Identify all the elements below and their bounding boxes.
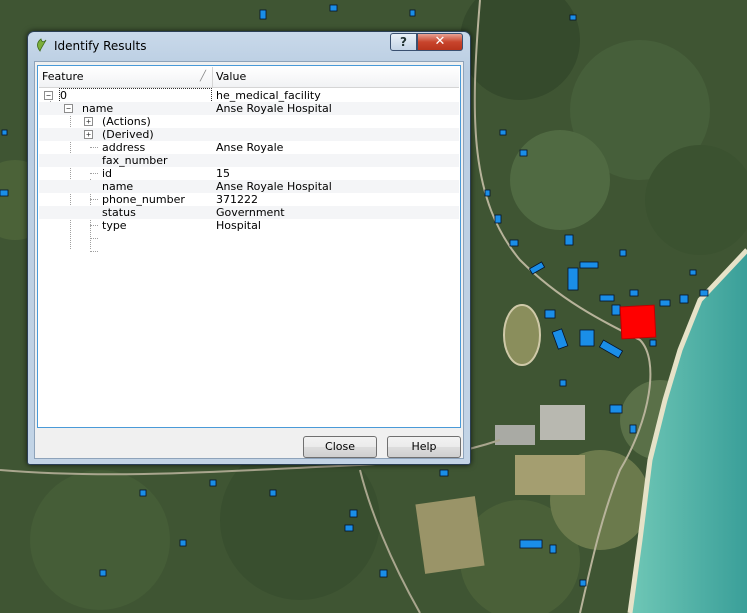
row-value: 371222	[216, 193, 258, 206]
row-value: Government	[216, 206, 285, 219]
row-feature: type	[102, 219, 127, 232]
tree-row-actions[interactable]: + (Actions)	[39, 115, 459, 128]
context-help-button[interactable]: ?	[390, 33, 417, 51]
title-bar[interactable]: Identify Results ? ✕	[28, 32, 470, 60]
tree-row-attribute[interactable]: id 15	[39, 167, 459, 180]
tree-row-attribute[interactable]: type Hospital	[39, 219, 459, 232]
tree-line	[90, 238, 98, 239]
tree-row-attribute[interactable]: fax_number	[39, 154, 459, 167]
row-feature: fax_number	[102, 154, 168, 167]
identify-results-dialog: Identify Results ? ✕ Feature ╱ Value − 0…	[27, 31, 471, 465]
row-value: Hospital	[216, 219, 261, 232]
tree-row-layer[interactable]: − 0 he_medical_facility	[39, 88, 459, 103]
expand-icon[interactable]: +	[84, 130, 93, 139]
selected-feature-highlight[interactable]	[619, 304, 657, 340]
tree-row-derived[interactable]: + (Derived)	[39, 128, 459, 141]
row-feature: status	[102, 206, 136, 219]
collapse-icon[interactable]: −	[64, 104, 73, 113]
row-value: Anse Royale Hospital	[216, 180, 332, 193]
row-feature: 0	[59, 88, 212, 103]
row-feature: address	[102, 141, 146, 154]
column-feature-label: Feature	[42, 70, 84, 83]
row-value: 15	[216, 167, 230, 180]
sort-indicator-icon: ╱	[199, 71, 206, 82]
expand-icon[interactable]: +	[84, 117, 93, 126]
row-value: Anse Royale Hospital	[216, 102, 332, 115]
collapse-icon[interactable]: −	[44, 91, 53, 100]
tree-line	[90, 251, 98, 252]
results-tree[interactable]: Feature ╱ Value − 0 he_medical_facility …	[37, 65, 461, 428]
row-feature: (Derived)	[102, 128, 154, 141]
column-header-value[interactable]: Value	[213, 67, 460, 87]
tree-row-attribute[interactable]: name Anse Royale Hospital	[39, 180, 459, 193]
tree-row-feature[interactable]: − name Anse Royale Hospital	[39, 102, 459, 115]
row-value: Anse Royale	[216, 141, 284, 154]
tree-header: Feature ╱ Value	[39, 67, 459, 88]
row-feature: (Actions)	[102, 115, 151, 128]
window-close-button[interactable]: ✕	[417, 33, 463, 51]
tree-row-attribute[interactable]: address Anse Royale	[39, 141, 459, 154]
tree-row-attribute[interactable]: phone_number 371222	[39, 193, 459, 206]
row-feature: name	[82, 102, 114, 115]
row-feature: name	[102, 180, 134, 193]
row-value: he_medical_facility	[216, 89, 321, 102]
column-value-label: Value	[216, 70, 247, 83]
help-button[interactable]: Help	[387, 436, 461, 458]
row-feature: phone_number	[102, 193, 185, 206]
dialog-title: Identify Results	[54, 39, 147, 53]
qgis-app-icon	[37, 38, 47, 52]
tree-row-attribute[interactable]: status Government	[39, 206, 459, 219]
column-header-feature[interactable]: Feature ╱	[39, 67, 213, 87]
close-button[interactable]: Close	[303, 436, 377, 458]
row-feature: id	[102, 167, 113, 180]
dialog-client-area: Feature ╱ Value − 0 he_medical_facility …	[34, 61, 464, 459]
